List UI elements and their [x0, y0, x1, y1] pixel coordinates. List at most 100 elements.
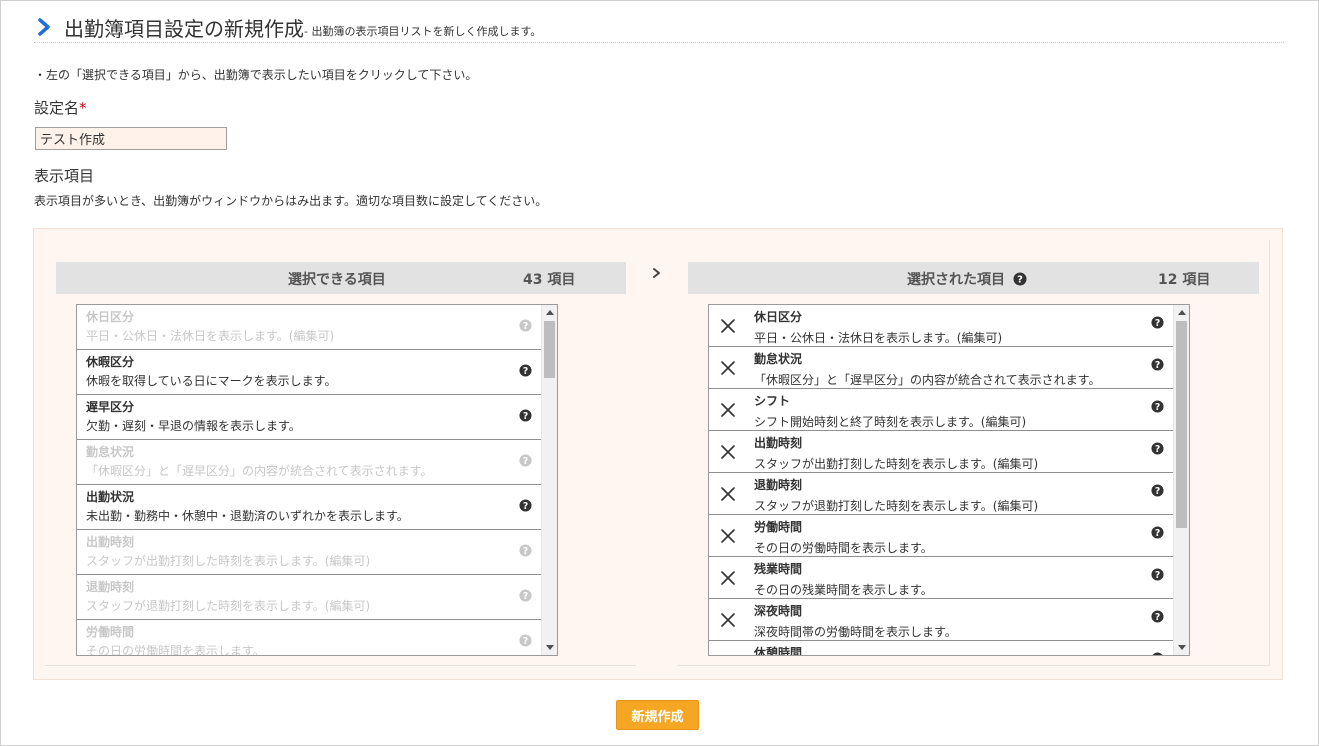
close-icon[interactable] [721, 445, 735, 459]
list-item: 出勤時刻 スタッフが出勤打刻した時刻を表示します。(編集可)? [77, 530, 557, 575]
item-description: その日の残業時間を表示します。 [754, 583, 933, 597]
display-items-hint: 表示項目が多いとき、出勤簿がウィンドウからはみ出ます。適切な項目数に設定してくだ… [34, 194, 548, 208]
question-circle-icon[interactable]: ? [519, 589, 532, 602]
selected-items-title: 選択された項目 ? [907, 269, 1027, 289]
list-item: 休日区分平日・公休日・法休日を表示します。(編集可)? [77, 305, 557, 350]
list-item[interactable]: 退勤時刻 スタッフが退勤打刻した時刻を表示します。(編集可)? [709, 473, 1189, 515]
question-circle-icon[interactable]: ? [519, 634, 532, 647]
question-circle-icon[interactable]: ? [1151, 610, 1164, 623]
close-icon[interactable] [721, 487, 735, 501]
item-name: 退勤時刻 [754, 478, 803, 492]
scrollbar[interactable] [541, 305, 557, 655]
question-circle-icon[interactable]: ? [1151, 400, 1164, 413]
list-item[interactable]: 残業時間 その日の残業時間を表示します。? [709, 557, 1189, 599]
svg-text:?: ? [1155, 486, 1160, 497]
svg-text:?: ? [523, 366, 528, 377]
item-description: スタッフが出勤打刻した時刻を表示します。(編集可) [86, 554, 371, 568]
list-item[interactable]: 勤怠状況「休暇区分」と「遅早区分」の内容が統合されて表示されます。? [709, 347, 1189, 389]
item-description: 「休暇区分」と「遅早区分」の内容が統合されて表示されます。 [86, 464, 433, 478]
setting-name-label: 設定名* [34, 99, 87, 117]
item-name: 退勤時刻 [86, 580, 135, 594]
item-name: 労働時間 [754, 520, 803, 534]
scrollbar-thumb[interactable] [544, 321, 555, 378]
create-button[interactable]: 新規作成 [616, 700, 699, 730]
item-description: 休暇を取得している日にマークを表示します。 [86, 374, 337, 388]
display-items-label: 表示項目 [34, 167, 95, 185]
selected-items-count: 12 項目 [1158, 272, 1211, 288]
question-circle-icon[interactable]: ? [1151, 526, 1164, 539]
item-description: その日の労働時間を表示します。 [754, 541, 933, 555]
list-item[interactable]: 出勤状況未出勤・勤務中・休憩中・退勤済のいずれかを表示します。? [77, 485, 557, 530]
chevron-right-icon [34, 15, 54, 39]
close-icon[interactable] [721, 403, 735, 417]
scroll-down-icon[interactable] [546, 645, 554, 650]
question-circle-icon[interactable]: ? [519, 454, 532, 467]
svg-text:?: ? [1155, 612, 1160, 623]
close-icon[interactable] [721, 655, 735, 656]
svg-text:?: ? [1017, 275, 1023, 286]
selected-items-list[interactable]: 休日区分 平日・公休日・法休日を表示します。(編集可)? 勤怠状況 「休暇区分」と「遅… [708, 304, 1190, 656]
scrollbar[interactable] [1173, 305, 1189, 655]
svg-text:?: ? [1155, 444, 1160, 455]
item-name: 勤怠状況 [86, 445, 135, 459]
list-item[interactable]: 休日区分 平日・公休日・法休日を表示します。(編集可)? [709, 305, 1189, 347]
svg-text:?: ? [523, 321, 528, 332]
panel-divider [678, 665, 1270, 666]
question-circle-icon[interactable]: ? [519, 544, 532, 557]
list-item[interactable]: シフト シフト開始時刻と終了時刻を表示します。(編集可)? [709, 389, 1189, 431]
list-item[interactable]: 深夜時間 深夜時間帯の労働時間を表示します。? [709, 599, 1189, 641]
required-mark: * [79, 99, 87, 117]
item-description: 未出勤・勤務中・休憩中・退勤済のいずれかを表示します。 [86, 509, 409, 523]
item-name: 勤怠状況 [754, 352, 803, 366]
item-name: 休日区分 [86, 310, 135, 324]
svg-text:?: ? [1155, 528, 1160, 539]
list-item: 労働時間 その日の労働時間を表示します。? [77, 620, 557, 655]
close-icon[interactable] [721, 319, 735, 333]
available-items-title: 選択できる項目 [288, 272, 386, 288]
scroll-up-icon[interactable] [1178, 310, 1186, 315]
list-item[interactable]: 出勤時刻 スタッフが出勤打刻した時刻を表示します。(編集可)? [709, 431, 1189, 473]
question-circle-icon[interactable]: ? [519, 409, 532, 422]
list-item[interactable]: 休暇区分 休暇を取得している日にマークを表示します。? [77, 350, 557, 395]
close-icon[interactable] [721, 613, 735, 627]
svg-text:?: ? [523, 591, 528, 602]
svg-text:?: ? [523, 546, 528, 557]
list-item[interactable]: 休憩時間? [709, 641, 1189, 656]
question-circle-icon[interactable]: ? [519, 364, 532, 377]
item-description: スタッフが退勤打刻した時刻を表示します。(編集可) [86, 599, 371, 613]
panel-divider [1269, 240, 1270, 666]
available-items-count: 43 項目 [523, 272, 576, 288]
item-name: 労働時間 [86, 625, 135, 639]
close-icon[interactable] [721, 529, 735, 543]
scroll-down-icon[interactable] [1178, 645, 1186, 650]
scroll-up-icon[interactable] [546, 310, 554, 315]
question-circle-icon[interactable]: ? [1151, 442, 1164, 455]
item-name: 出勤状況 [86, 490, 135, 504]
setting-name-input[interactable] [35, 127, 227, 150]
item-description: 平日・公休日・法休日を表示します。(編集可) [86, 329, 335, 343]
question-circle-icon[interactable]: ? [1151, 316, 1164, 329]
item-name: 休日区分 [754, 310, 803, 324]
scrollbar-thumb[interactable] [1176, 321, 1187, 528]
list-item[interactable]: 遅早区分 欠勤・遅刻・早退の情報を表示します。? [77, 395, 557, 440]
question-circle-icon[interactable]: ? [519, 499, 532, 512]
list-item[interactable]: 労働時間その日の労働時間を表示します。? [709, 515, 1189, 557]
question-circle-icon[interactable]: ? [519, 319, 532, 332]
item-name: シフト [754, 394, 791, 408]
question-circle-icon[interactable]: ? [1151, 358, 1164, 371]
question-circle-icon[interactable]: ? [1151, 484, 1164, 497]
list-item: 退勤時刻スタッフが退勤打刻した時刻を表示します。(編集可)? [77, 575, 557, 620]
close-icon[interactable] [721, 361, 735, 375]
page-header: 出勤簿項目設定の新規作成 - 出勤簿の表示項目リストを新しく作成します。 [34, 12, 1284, 43]
panel-divider [45, 665, 636, 666]
available-items-list[interactable]: 休日区分 平日・公休日・法休日を表示します。(編集可)? 休暇区分 休暇を取得している… [76, 304, 558, 656]
svg-text:?: ? [523, 411, 528, 422]
item-description: 欠勤・遅刻・早退の情報を表示します。 [86, 419, 301, 433]
item-name: 出勤時刻 [754, 436, 803, 450]
item-description: 「休暇区分」と「遅早区分」の内容が統合されて表示されます。 [754, 373, 1101, 387]
close-icon[interactable] [721, 571, 735, 585]
question-circle-icon[interactable]: ? [1151, 652, 1164, 656]
svg-text:?: ? [1155, 402, 1160, 413]
question-circle-icon[interactable]: ? [1013, 272, 1027, 286]
question-circle-icon[interactable]: ? [1151, 568, 1164, 581]
